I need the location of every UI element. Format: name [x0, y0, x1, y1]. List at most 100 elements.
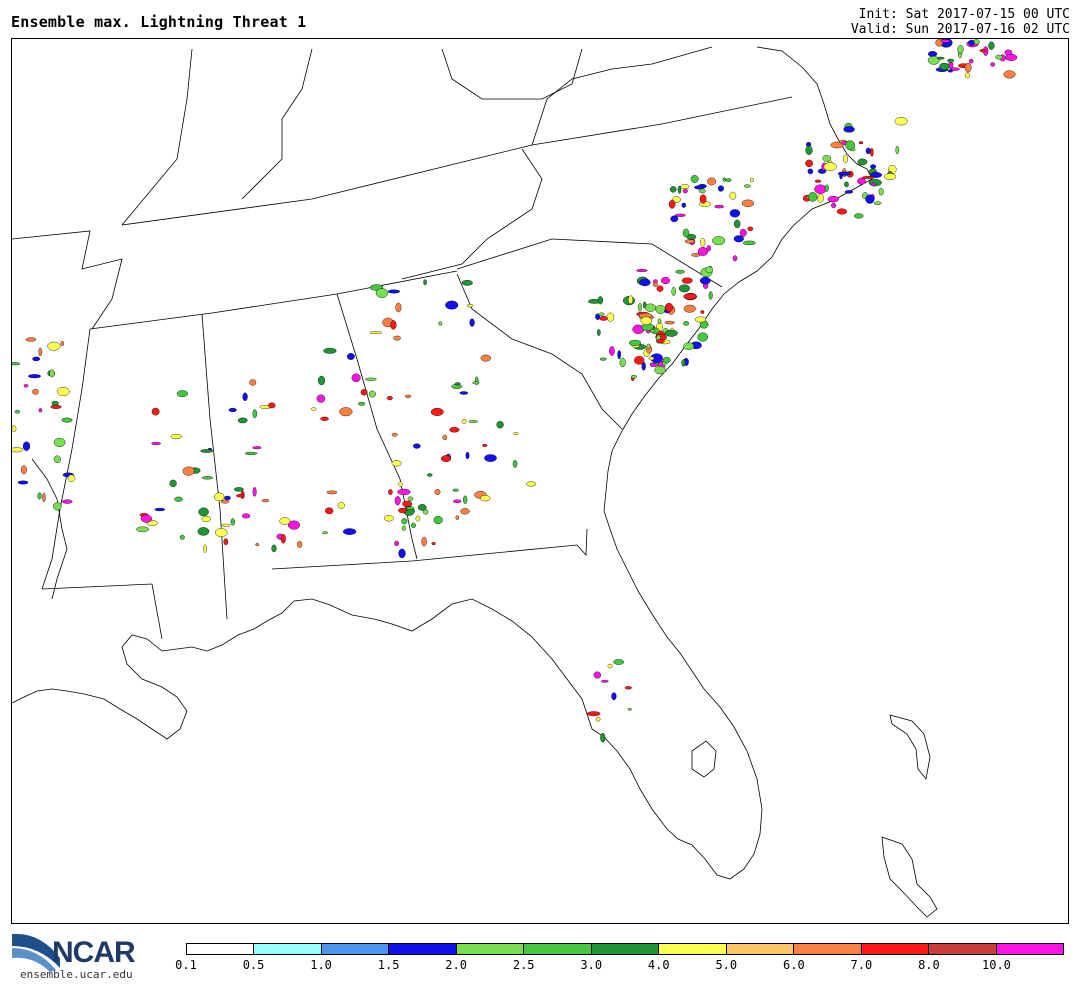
lightning-threat-blob [62, 499, 73, 504]
colorbar-segment [794, 944, 862, 954]
logo-url: ensemble.ucar.edu [20, 968, 133, 981]
lightning-threat-blob [824, 184, 829, 192]
colorbar-segment [321, 944, 390, 954]
lightning-threat-blob [391, 432, 398, 437]
lightning-threat-blob [648, 356, 655, 361]
ms-al-border [201, 313, 228, 620]
lightning-threat-blob [438, 321, 443, 326]
lightning-threat-blob [198, 507, 209, 517]
lightning-threat-blob [617, 350, 622, 360]
lightning-threat-blob [14, 410, 21, 414]
lightning-threat-blob [805, 159, 813, 168]
lightning-threat-blob [241, 513, 251, 519]
lightning-threat-blob [320, 416, 329, 421]
lightning-threat-blob [636, 268, 648, 272]
lightning-threat-blob [25, 337, 37, 342]
lightning-threat-blob [739, 228, 747, 237]
lightning-threat-blob [682, 228, 690, 238]
colorbar-tick-label: 7.0 [850, 958, 873, 972]
lightning-threat-blob [395, 302, 402, 313]
lightning-threat-blob [743, 184, 751, 188]
lightning-threat-blob [873, 201, 882, 205]
lightning-threat-blob [513, 432, 519, 435]
lightning-threat-blob [599, 316, 608, 321]
lightning-threat-blob [619, 357, 626, 368]
lightning-threat-blob [472, 381, 480, 385]
lightning-threat-blob [170, 433, 182, 440]
lightning-threat-blob [434, 489, 441, 496]
lightning-threat-blob [56, 387, 70, 397]
lightning-threat-blob [624, 686, 632, 690]
lightning-threat-blob [480, 354, 491, 362]
lightning-threat-blob [280, 534, 286, 544]
lightning-threat-blob [684, 239, 696, 244]
lightning-threat-blob [174, 496, 183, 502]
lightning-threat-blob [644, 303, 657, 312]
lightning-threat-blob [968, 58, 974, 64]
colorbar-tick-label: 4.0 [647, 958, 670, 972]
lightning-threat-blob [140, 514, 153, 523]
lightning-threat-blob [649, 363, 658, 368]
lightning-threat-blob [606, 312, 615, 322]
lightning-threat-blob [452, 488, 459, 492]
lightning-threat-blob [705, 266, 714, 274]
lightning-threat-blob [700, 238, 706, 247]
lightning-threat-blob [865, 194, 875, 204]
lightning-threat-blob [681, 277, 693, 284]
lightning-threat-blob [694, 185, 705, 190]
lightning-threat-blob [203, 544, 208, 553]
lightning-threat-blob [822, 155, 832, 162]
lightning-threat-blob [817, 193, 824, 203]
lightning-threat-blob [401, 518, 408, 525]
lightning-threat-blob [878, 187, 884, 196]
map-panel[interactable] [11, 38, 1069, 924]
lightning-threat-blob [32, 356, 41, 362]
lightning-threat-blob [337, 502, 345, 509]
lightning-threat-blob [28, 374, 41, 379]
lightning-threat-blob [861, 176, 875, 180]
lightning-threat-blob [410, 522, 416, 529]
lightning-threat-blob [252, 446, 262, 450]
lightning-threat-blob [927, 51, 938, 57]
colorbar-tick-label: 3.0 [580, 958, 603, 972]
lightning-threat-blob [368, 390, 376, 398]
lightning-threat-blob [628, 295, 634, 305]
lightning-threat-blob [430, 407, 444, 416]
lightning-threat-blob [311, 407, 317, 411]
lightning-threat-blob [656, 285, 664, 292]
lightning-threat-blob [607, 663, 613, 669]
lightning-threat-blob [597, 329, 601, 336]
colorbar-segment [187, 944, 255, 954]
lightning-threat-blob [394, 540, 399, 547]
colorbar-tick-label: 2.5 [512, 958, 535, 972]
lightning-threat-blob [417, 504, 427, 511]
lightning-threat-blob [683, 321, 689, 326]
lightning-threat-blob [714, 204, 725, 209]
lightning-threat-blob [339, 407, 353, 417]
lightning-threat-blob [609, 346, 615, 356]
ms-river [31, 458, 68, 600]
lightning-threat-blob [857, 158, 868, 166]
lightning-threat-blob [646, 343, 651, 349]
lightning-threat-blob [249, 379, 257, 386]
lightning-threat-blob [176, 390, 189, 397]
lightning-threat-blob [200, 449, 214, 453]
lightning-threat-blob [151, 441, 161, 446]
lightning-threat-blob [682, 188, 688, 194]
lightning-threat-blob [700, 310, 705, 314]
colorbar-segment [591, 944, 660, 954]
lightning-threat-blob [404, 394, 412, 398]
lightning-threat-blob [697, 247, 709, 256]
lightning-threat-blob [449, 427, 460, 433]
lightning-threat-blob [224, 495, 231, 501]
lightning-threat-blob [360, 389, 368, 396]
lightning-threat-blob [252, 486, 257, 497]
lightning-threat-blob [660, 276, 671, 285]
lightning-threat-blob [53, 502, 62, 511]
lightning-threat-blob [17, 480, 29, 485]
lightning-threat-blob [20, 465, 27, 475]
bahamas [889, 714, 931, 780]
lightning-threat-blob [870, 164, 876, 169]
lightning-threat-blob [242, 392, 248, 401]
lightning-threat-blob [12, 362, 21, 366]
